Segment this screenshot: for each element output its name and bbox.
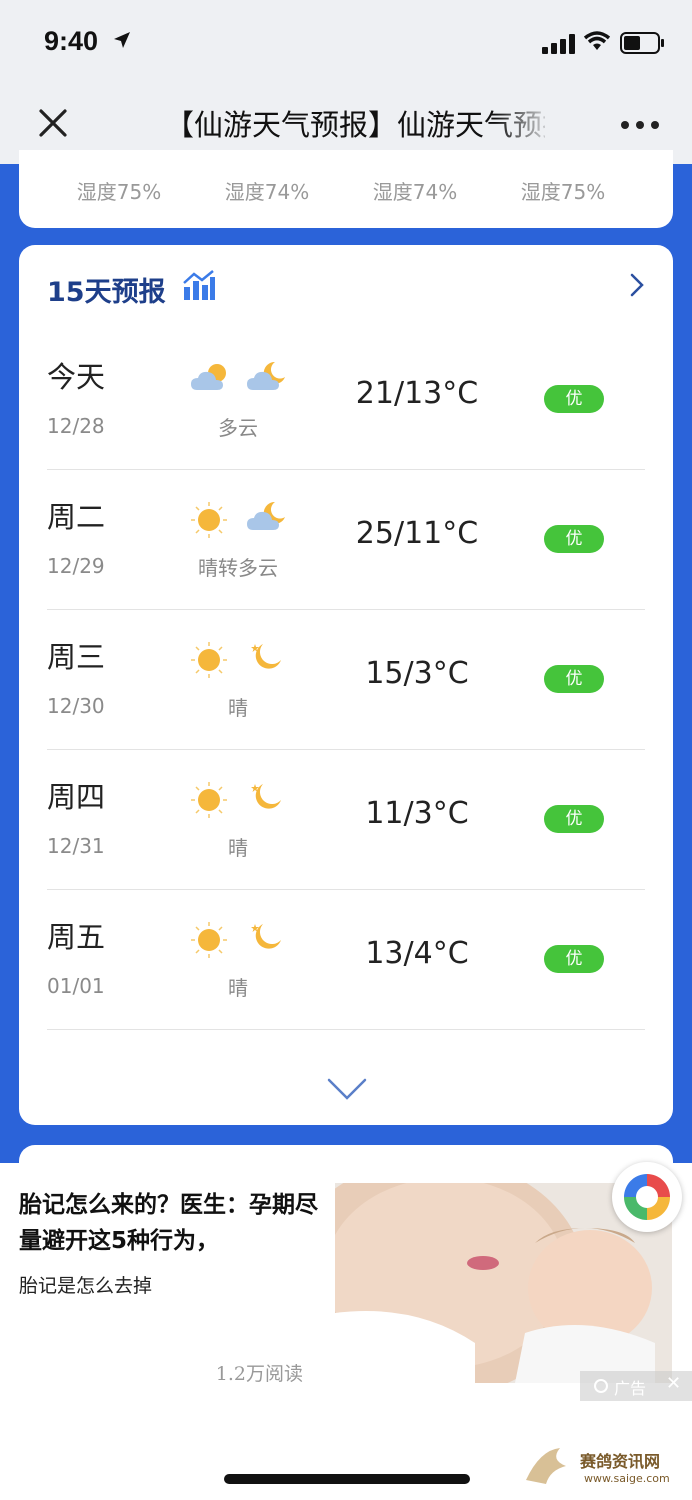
forecast-row[interactable]: 周四 12/31 晴 11/3°C 优 [47, 750, 645, 890]
ad-badge[interactable]: 广告 ✕ [580, 1371, 692, 1401]
humidity-label: 湿度74% [372, 180, 458, 204]
page-title: 【仙游天气预报】仙游天气预报 [165, 108, 545, 142]
forecast-day: 今天 [47, 360, 106, 394]
ad-subtitle[interactable]: 胎记是怎么去掉 [19, 1271, 152, 1298]
forecast-day: 周五 [47, 920, 106, 954]
watermark: 赛鸽资讯网 www.saige.com [520, 1440, 690, 1496]
forecast-date: 01/01 [47, 974, 105, 998]
air-quality-badge: 优 [544, 945, 604, 973]
pigeon-logo-icon [526, 1448, 566, 1484]
forecast-temperature: 15/3°C [365, 656, 469, 691]
forecast-card: 15天预报 今天 12/28 多云 21/13°C 优 周二 12/29 晴转多… [19, 245, 673, 1125]
sun-icon [191, 782, 227, 818]
forecast-row[interactable]: 周五 01/01 晴 13/4°C 优 [47, 890, 645, 1030]
location-arrow-icon [114, 32, 130, 48]
forecast-condition: 多云 [218, 416, 258, 440]
chevron-right-icon[interactable] [629, 272, 645, 298]
moon-icon [251, 924, 281, 949]
forecast-condition: 晴 [228, 976, 248, 1000]
watermark-url: www.saige.com [584, 1472, 670, 1485]
sun-icon [191, 922, 227, 958]
forecast-date: 12/30 [47, 694, 105, 718]
sun-icon [191, 502, 227, 538]
forecast-condition: 晴 [228, 836, 248, 860]
watermark-name: 赛鸽资讯网 [580, 1452, 661, 1471]
hourly-card: 湿度75% 湿度74% 湿度74% 湿度75% [19, 150, 673, 228]
forecast-row[interactable]: 周三 12/30 晴 15/3°C 优 [47, 610, 645, 750]
forecast-day: 周三 [47, 640, 106, 674]
forecast-condition: 晴转多云 [198, 556, 278, 580]
forecast-temperature: 25/11°C [355, 516, 479, 551]
ad-title[interactable]: 胎记怎么来的？医生：孕期尽量避开这5种行为， [19, 1187, 319, 1259]
cloud-moon-icon [247, 361, 285, 390]
row-divider [47, 1029, 645, 1030]
trend-chart-icon[interactable] [182, 269, 216, 301]
forecast-temperature: 21/13°C [355, 376, 479, 411]
cloud-sun-icon [191, 364, 226, 390]
forecast-row[interactable]: 周二 12/29 晴转多云 25/11°C 优 [47, 470, 645, 610]
humidity-label: 湿度75% [520, 180, 606, 204]
moon-icon [251, 784, 281, 809]
humidity-label: 湿度74% [224, 180, 310, 204]
cloud-moon-icon [247, 501, 285, 530]
moon-icon [251, 644, 281, 669]
forecast-title[interactable]: 15天预报 [47, 270, 166, 309]
sun-icon [191, 642, 227, 678]
humidity-label: 湿度75% [76, 180, 162, 204]
more-options-icon[interactable] [620, 120, 660, 130]
home-indicator[interactable] [224, 1474, 470, 1484]
expand-chevron-down-icon[interactable] [326, 1077, 368, 1101]
status-time: 9:40 [44, 26, 99, 56]
forecast-date: 12/29 [47, 554, 105, 578]
air-quality-badge: 优 [544, 525, 604, 553]
forecast-day: 周二 [47, 500, 106, 534]
forecast-temperature: 13/4°C [365, 936, 469, 971]
air-quality-badge: 优 [544, 385, 604, 413]
ad-read-count: 1.2万阅读 [215, 1363, 303, 1385]
air-quality-badge: 优 [544, 805, 604, 833]
close-icon[interactable] [34, 104, 72, 142]
close-ad-icon[interactable]: ✕ [666, 1373, 681, 1394]
app-logo-icon[interactable] [612, 1162, 682, 1232]
wifi-icon [584, 31, 610, 50]
battery-icon [620, 32, 664, 54]
forecast-row[interactable]: 今天 12/28 多云 21/13°C 优 [47, 330, 645, 470]
status-bar: 9:40 [0, 0, 692, 82]
forecast-date: 12/28 [47, 414, 105, 438]
forecast-date: 12/31 [47, 834, 105, 858]
info-icon [594, 1379, 608, 1393]
forecast-condition: 晴 [228, 696, 248, 720]
forecast-day: 周四 [47, 780, 106, 814]
signal-icon [542, 34, 575, 54]
air-quality-badge: 优 [544, 665, 604, 693]
forecast-temperature: 11/3°C [365, 796, 469, 831]
ad-label: 广告 [614, 1379, 647, 1398]
